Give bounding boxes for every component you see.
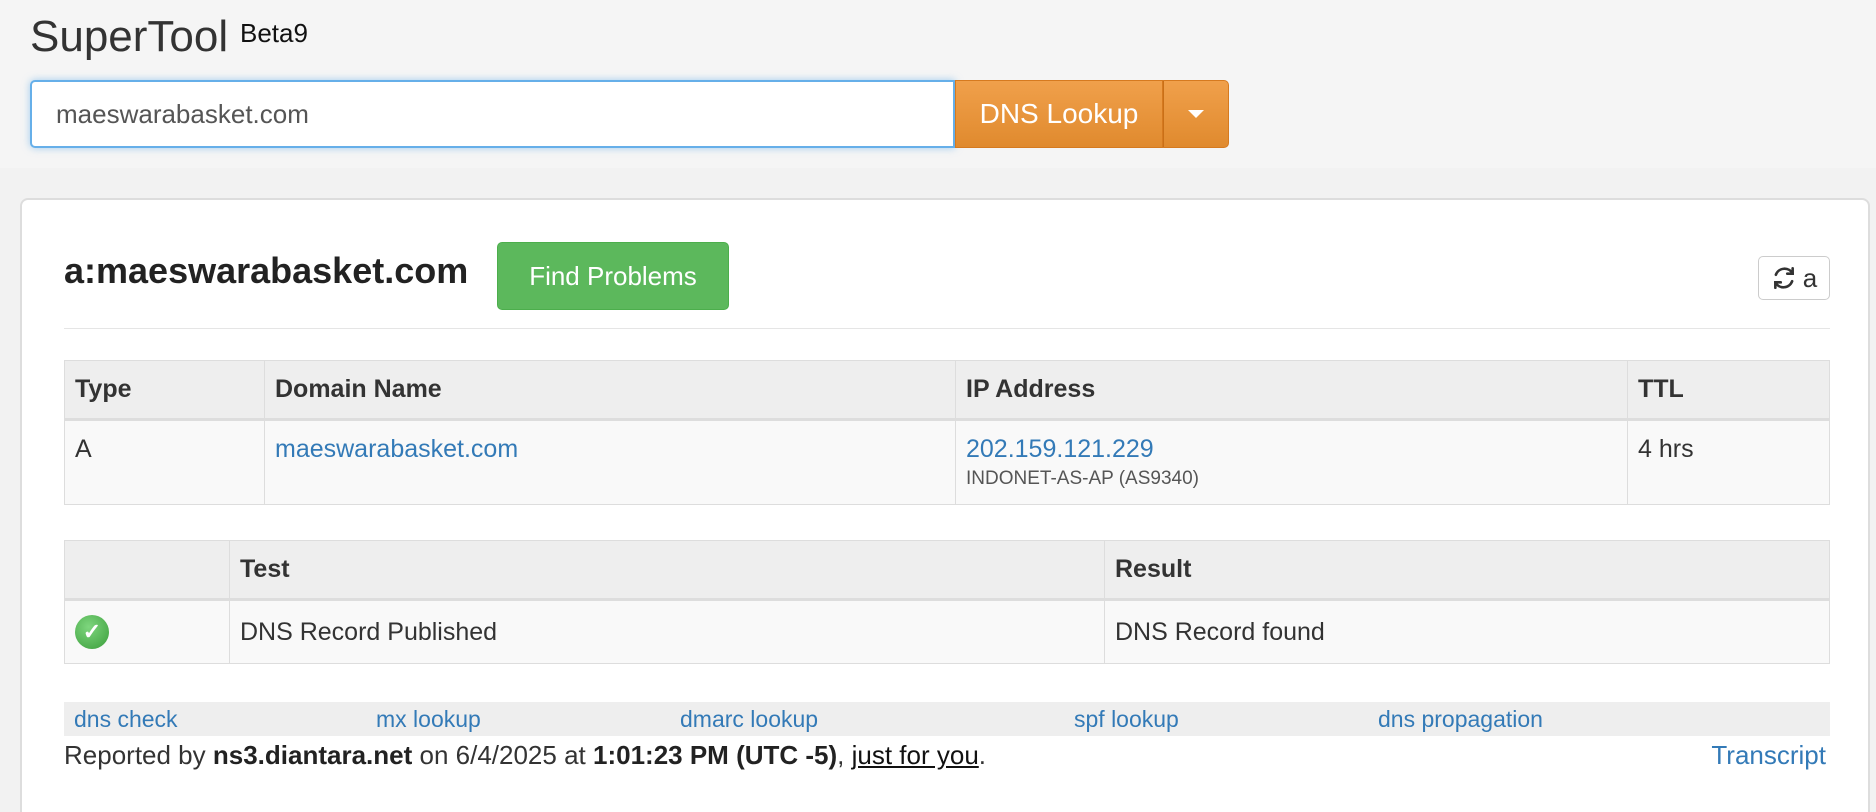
spf-lookup-link[interactable]: spf lookup xyxy=(1074,706,1179,733)
report-suffix: . xyxy=(978,740,987,770)
refresh-label: a xyxy=(1802,262,1818,293)
lookup-dropdown-toggle[interactable] xyxy=(1163,80,1229,148)
ip-address-link[interactable]: 202.159.121.229 xyxy=(966,435,1154,463)
column-header-ip: IP Address xyxy=(955,360,1628,421)
dmarc-lookup-link[interactable]: dmarc lookup xyxy=(680,706,818,733)
refresh-icon xyxy=(1773,266,1794,290)
check-circle-icon: ✓ xyxy=(75,615,109,649)
column-header-domain: Domain Name xyxy=(264,360,956,421)
column-header-result: Result xyxy=(1104,540,1830,601)
header: SuperTool Beta9 DNS Lookup xyxy=(0,0,1876,168)
version-badge: Beta9 xyxy=(240,18,308,48)
asn-info: INDONET-AS-AP (AS9340) xyxy=(966,468,1200,489)
reporting-server: ns3.diantara.net xyxy=(212,740,413,770)
ttl-value: 4 hrs xyxy=(1627,419,1830,505)
dns-lookup-button[interactable]: DNS Lookup xyxy=(955,80,1163,148)
table-row: A maeswarabasket.com 202.159.121.229 IND… xyxy=(64,419,1830,505)
refresh-button[interactable]: a xyxy=(1758,256,1830,300)
report-line: Reported by ns3.diantara.net on 6/4/2025… xyxy=(64,740,986,771)
column-header-ttl: TTL xyxy=(1627,360,1830,421)
report-separator: , xyxy=(837,740,852,770)
domain-link[interactable]: maeswarabasket.com xyxy=(275,435,518,463)
result-panel: a:maeswarabasket.com Find Problems a Typ… xyxy=(20,198,1870,812)
test-name: DNS Record Published xyxy=(229,599,1105,664)
report-date: on 6/4/2025 at xyxy=(412,740,593,770)
dns-records-table: Type Domain Name IP Address TTL A maeswa… xyxy=(64,360,1830,505)
table-row: ✓ DNS Record Published DNS Record found xyxy=(64,599,1830,664)
dns-check-link[interactable]: dns check xyxy=(74,706,178,733)
record-type: A xyxy=(64,419,265,505)
just-for-you-link[interactable]: just for you xyxy=(852,740,979,770)
dns-propagation-link[interactable]: dns propagation xyxy=(1378,706,1543,733)
chevron-down-icon xyxy=(1188,110,1204,118)
search-input[interactable] xyxy=(30,80,955,148)
related-tools-bar: dns check mx lookup dmarc lookup spf loo… xyxy=(64,702,1830,736)
column-header-test: Test xyxy=(229,540,1105,601)
test-results-table: Test Result ✓ DNS Record Published DNS R… xyxy=(64,540,1830,664)
report-time: 1:01:23 PM (UTC -5) xyxy=(593,740,838,770)
test-result: DNS Record found xyxy=(1104,599,1830,664)
mx-lookup-link[interactable]: mx lookup xyxy=(376,706,481,733)
find-problems-button[interactable]: Find Problems xyxy=(497,242,729,310)
transcript-link[interactable]: Transcript xyxy=(1711,740,1826,771)
app-title: SuperTool xyxy=(30,12,229,61)
column-header-status xyxy=(64,540,230,601)
report-prefix: Reported by xyxy=(64,740,213,770)
result-title: a:maeswarabasket.com xyxy=(64,250,469,291)
divider xyxy=(64,328,1830,329)
column-header-type: Type xyxy=(64,360,265,421)
